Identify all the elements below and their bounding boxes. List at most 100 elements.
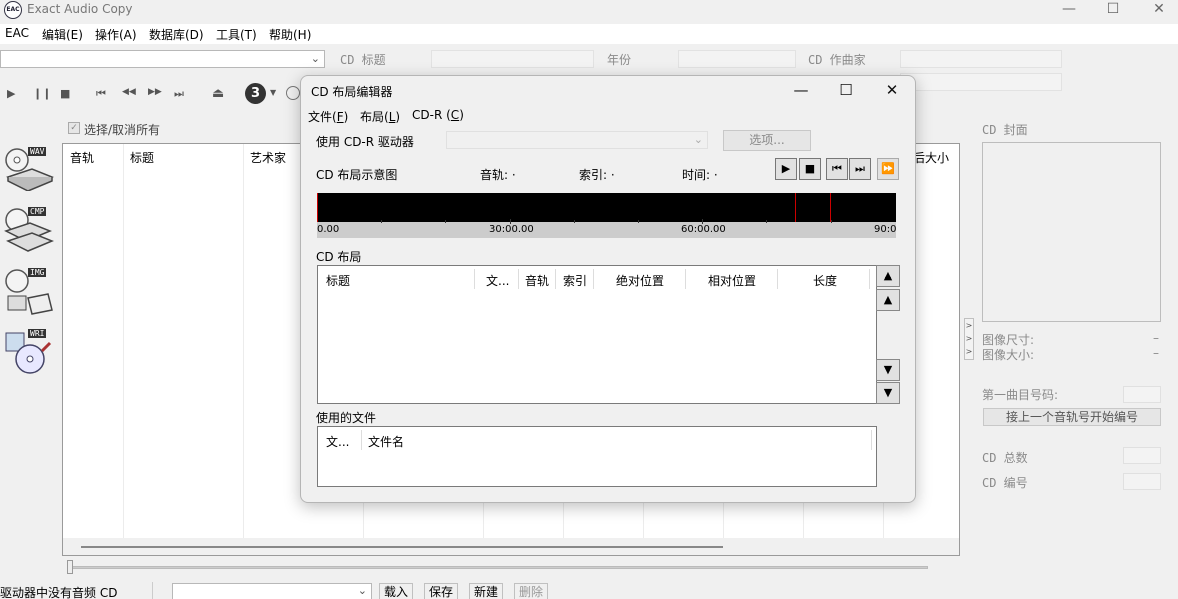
speed-badge-icon[interactable]: 3 — [245, 83, 266, 104]
delete-button[interactable]: 删除 — [514, 583, 548, 599]
eac-app-icon: EAC — [4, 1, 22, 19]
load-button[interactable]: 载入 — [379, 583, 413, 599]
chevron-down-icon: ⌄ — [357, 584, 367, 597]
cdr-drive-select[interactable]: ⌄ — [446, 131, 708, 149]
dialog-play-icon[interactable]: ▶ — [775, 158, 797, 180]
cover-label: CD 封面 — [982, 123, 1028, 137]
dialog-menu-file[interactable]: 文件(F) — [308, 108, 348, 125]
image-dimensions-value: – — [1153, 331, 1159, 345]
column-compressed-size[interactable]: 后大小 — [913, 149, 949, 166]
ruler-tick-label: 0.00 — [317, 224, 340, 235]
layout-view-label: CD 布局示意图 — [316, 168, 398, 182]
select-all-label: 选择/取消所有 — [84, 123, 161, 137]
cd-layout-timeline[interactable] — [317, 193, 896, 222]
image-copy-icon[interactable]: IMG — [4, 268, 56, 320]
files-column-filename[interactable]: 文件名 — [368, 433, 404, 450]
dialog-stop-icon[interactable]: ■ — [799, 158, 821, 180]
chevron-down-icon: ⌄ — [310, 52, 320, 65]
fast-forward-icon[interactable]: ▶▶ — [148, 87, 162, 97]
image-filesize-value: – — [1153, 346, 1159, 360]
cd-layout-list[interactable]: 标题 文... 音轨 索引 绝对位置 相对位置 长度 — [317, 265, 877, 404]
layout-column-track[interactable]: 音轨 — [525, 272, 549, 289]
layout-column-length[interactable]: 长度 — [813, 272, 837, 289]
save-button[interactable]: 保存 — [424, 583, 458, 599]
rewind-icon[interactable]: ◀◀ — [122, 87, 136, 97]
menu-edit[interactable]: 编辑(E) — [42, 26, 83, 43]
layout-column-relative-position[interactable]: 相对位置 — [708, 272, 756, 289]
panel-toggle-icon[interactable]: > > > — [964, 318, 974, 360]
speed-dropdown-icon[interactable]: ▼ — [270, 88, 276, 97]
files-column-type[interactable]: 文... — [326, 433, 349, 450]
first-track-number-label: 第一曲目号码: — [982, 388, 1059, 402]
column-title[interactable]: 标题 — [130, 149, 154, 166]
window-title: Exact Audio Copy — [27, 2, 133, 16]
scrollbar-thumb[interactable] — [81, 546, 723, 548]
maximize-button[interactable]: ☐ — [1090, 0, 1136, 22]
slider-thumb[interactable] — [67, 560, 73, 574]
continue-numbering-button[interactable]: 接上一个音轨号开始编号 — [983, 408, 1161, 426]
disc-icon[interactable] — [286, 86, 300, 100]
first-track-icon[interactable]: ⏮ — [96, 87, 106, 101]
move-down-icon[interactable]: ▼ — [876, 359, 900, 381]
cd-composer-field[interactable] — [900, 50, 1062, 68]
minimize-button[interactable]: — — [1046, 0, 1092, 22]
move-to-bottom-icon[interactable]: ▼ — [876, 382, 900, 404]
stop-icon[interactable]: ■ — [60, 87, 70, 100]
layout-column-title[interactable]: 标题 — [326, 272, 350, 289]
layout-column-absolute-position[interactable]: 绝对位置 — [616, 272, 664, 289]
dialog-minimize-button[interactable]: — — [781, 80, 821, 102]
horizontal-scrollbar[interactable] — [63, 538, 959, 555]
dialog-menu-layout[interactable]: 布局(L) — [360, 108, 400, 125]
timeline-ruler: 0.00 30:00.00 60:00.00 90:0 — [317, 219, 896, 238]
select-all-checkbox[interactable]: ✓ — [68, 122, 80, 134]
dialog-close-button[interactable]: ✕ — [872, 80, 912, 102]
dialog-maximize-button[interactable]: ☐ — [826, 80, 866, 102]
position-slider[interactable] — [62, 558, 934, 578]
cd-performer-field[interactable] — [900, 73, 1062, 91]
dialog-previous-icon[interactable]: ⏮ — [826, 158, 848, 180]
time-indicator: 时间: · — [682, 168, 718, 182]
dialog-menu-cdr[interactable]: CD-R (C) — [412, 108, 464, 122]
drive-select[interactable]: ⌄ — [0, 50, 325, 68]
cdr-drive-label: 使用 CD-R 驱动器 — [316, 135, 414, 149]
dialog-next-icon[interactable]: ⏭ — [849, 158, 871, 180]
write-cd-icon[interactable]: WRI — [4, 329, 56, 381]
column-track[interactable]: 音轨 — [70, 149, 94, 166]
eject-icon[interactable]: ⏏ — [212, 86, 224, 101]
menu-eac[interactable]: EAC — [5, 26, 29, 40]
menu-database[interactable]: 数据库(D) — [149, 26, 204, 43]
menu-help[interactable]: 帮助(H) — [269, 26, 311, 43]
close-button[interactable]: ✕ — [1136, 0, 1178, 22]
first-track-number-field[interactable] — [1123, 386, 1161, 403]
cd-number-field[interactable] — [1123, 473, 1161, 490]
wri-tag: WRI — [28, 329, 47, 338]
img-tag: IMG — [28, 268, 47, 277]
dialog-fast-forward-icon[interactable]: ⏩ — [877, 158, 899, 180]
menu-tools[interactable]: 工具(T) — [216, 26, 257, 43]
move-to-top-icon[interactable]: ▲ ‾ — [876, 265, 900, 288]
compress-icon[interactable]: CMP — [4, 207, 56, 259]
column-artist[interactable]: 艺术家 — [250, 149, 286, 166]
year-field[interactable] — [678, 50, 796, 68]
cd-title-field[interactable] — [431, 50, 594, 68]
options-button[interactable]: 选项... — [723, 130, 811, 151]
menu-action[interactable]: 操作(A) — [95, 26, 137, 43]
cd-composer-label: CD 作曲家 — [808, 53, 866, 67]
cd-number-label: CD 编号 — [982, 476, 1028, 490]
used-files-list[interactable]: 文... 文件名 — [317, 426, 877, 487]
new-button[interactable]: 新建 — [469, 583, 503, 599]
cd-total-field[interactable] — [1123, 447, 1161, 464]
last-track-icon[interactable]: ⏭ — [174, 87, 184, 101]
cd-title-label: CD 标题 — [340, 53, 386, 67]
pause-icon[interactable]: ❙❙ — [33, 87, 51, 100]
cd-layout-editor-dialog: CD 布局编辑器 — ☐ ✕ 文件(F) 布局(L) CD-R (C) 使用 C… — [300, 75, 916, 503]
move-up-icon[interactable]: ▲ — [876, 289, 900, 311]
cmp-tag: CMP — [28, 207, 47, 216]
play-icon[interactable]: ▶ — [7, 87, 15, 100]
layout-column-index[interactable]: 索引 — [563, 272, 587, 289]
menu-bar: EAC 编辑(E) 操作(A) 数据库(D) 工具(T) 帮助(H) — [0, 24, 1178, 44]
cd-cover-image[interactable] — [982, 142, 1161, 322]
profile-select[interactable]: ⌄ — [172, 583, 372, 599]
wav-extract-icon[interactable]: WAV — [4, 147, 56, 199]
layout-column-file[interactable]: 文... — [486, 272, 509, 289]
